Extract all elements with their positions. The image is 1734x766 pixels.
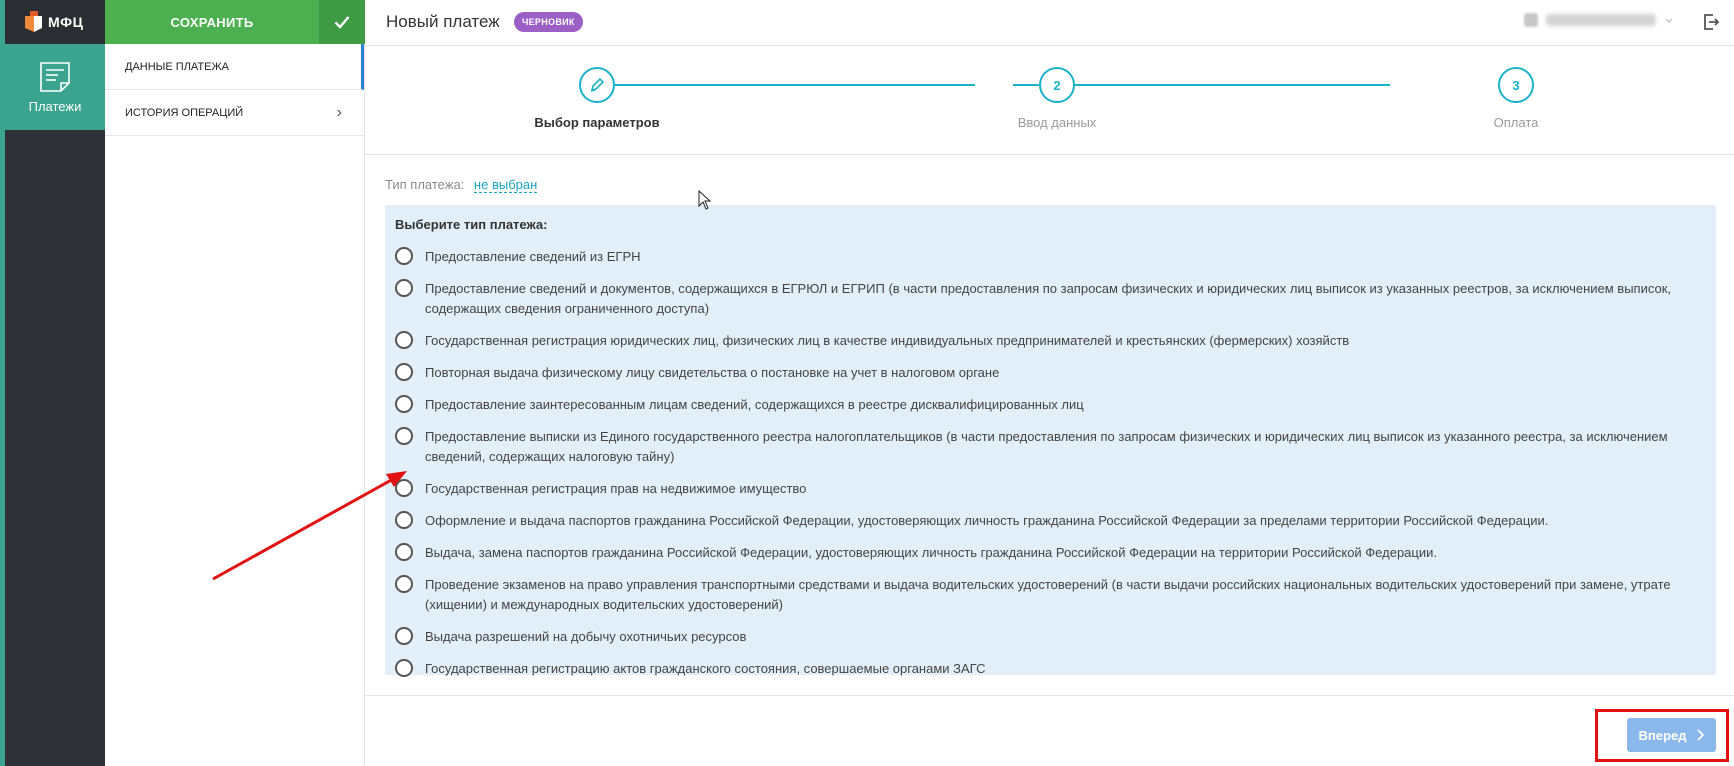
confirm-button[interactable]: [319, 0, 365, 44]
nav-item-operation-history[interactable]: ИСТОРИЯ ОПЕРАЦИЙ ›: [105, 90, 364, 136]
rail-accent-strip: [0, 0, 5, 766]
payment-type-option[interactable]: Предоставление сведений и документов, со…: [395, 273, 1706, 325]
app-logo[interactable]: МФЦ: [0, 0, 105, 44]
payment-type-option[interactable]: Выдача разрешений на добычу охотничьих р…: [395, 621, 1706, 653]
payment-type-option[interactable]: Государственная регистрация юридических …: [395, 325, 1706, 357]
chevron-right-icon: [1697, 729, 1705, 741]
check-icon: [334, 16, 350, 29]
step-connector: [597, 84, 975, 86]
section-nav: ДАННЫЕ ПЛАТЕЖА ИСТОРИЯ ОПЕРАЦИЙ ›: [105, 44, 365, 766]
option-label: Выдача, замена паспортов гражданина Росс…: [425, 545, 1437, 560]
payment-type-option[interactable]: Предоставление сведений из ЕГРН: [395, 241, 1706, 273]
payment-type-option[interactable]: Предоставление выписки из Единого госуда…: [395, 421, 1706, 473]
chevron-down-icon: [1665, 18, 1673, 23]
page-title: Новый платеж: [386, 12, 500, 31]
option-label: Государственная регистрация прав на недв…: [425, 481, 807, 496]
radio-button[interactable]: [395, 543, 413, 561]
option-label: Выдача разрешений на добычу охотничьих р…: [425, 629, 747, 644]
payment-type-option[interactable]: Предоставление заинтересованным лицам св…: [395, 389, 1706, 421]
radio-button[interactable]: [395, 427, 413, 445]
payment-type-options: Предоставление сведений из ЕГРН Предостав…: [395, 241, 1706, 685]
logo-text: МФЦ: [48, 14, 84, 30]
page-header: Новый платеж ЧЕРНОВИК: [365, 0, 1734, 46]
rail-item-payments[interactable]: Платежи: [5, 44, 105, 130]
step-1-label: Выбор параметров: [534, 115, 660, 130]
radio-button[interactable]: [395, 575, 413, 593]
document-icon: [40, 61, 70, 92]
logout-icon[interactable]: [1702, 13, 1720, 31]
option-label: Предоставление сведений из ЕГРН: [425, 249, 641, 264]
payment-type-label: Тип платежа:: [385, 177, 465, 192]
option-label: Предоставление заинтересованным лицам св…: [425, 397, 1084, 412]
user-menu[interactable]: [1524, 13, 1674, 27]
payment-stepper: 2 3 Выбор параметров Ввод данных Оплата: [365, 46, 1734, 155]
payment-type-option[interactable]: Государственная регистрация прав на недв…: [395, 473, 1706, 505]
status-badge: ЧЕРНОВИК: [514, 12, 583, 32]
option-label: Оформление и выдача паспортов гражданина…: [425, 513, 1549, 528]
payment-type-value-link[interactable]: не выбран: [473, 177, 538, 193]
option-label: Предоставление выписки из Единого госуда…: [425, 429, 1668, 464]
footer-divider: [365, 695, 1734, 696]
payment-type-option[interactable]: Повторная выдача физическому лицу свидет…: [395, 357, 1706, 389]
logo-mark-icon: [25, 11, 42, 32]
payment-type-option[interactable]: Выдача, замена паспортов гражданина Росс…: [395, 537, 1706, 569]
payment-type-option[interactable]: Проведение экзаменов на право управления…: [395, 569, 1706, 621]
radio-button[interactable]: [395, 331, 413, 349]
option-label: Государственная регистрация юридических …: [425, 333, 1350, 348]
radio-button[interactable]: [395, 363, 413, 381]
app-rail: МФЦ Платежи: [0, 0, 105, 766]
radio-button[interactable]: [395, 659, 413, 677]
radio-button[interactable]: [395, 247, 413, 265]
option-label: Государственная регистрацию актов гражда…: [425, 661, 986, 676]
user-name-redacted: [1546, 14, 1656, 26]
radio-button[interactable]: [395, 627, 413, 645]
radio-button[interactable]: [395, 279, 413, 297]
next-button[interactable]: Вперед: [1627, 718, 1716, 752]
user-avatar: [1524, 13, 1538, 27]
next-button-label: Вперед: [1638, 727, 1687, 743]
mouse-cursor-icon: [698, 190, 712, 210]
radio-button[interactable]: [395, 479, 413, 497]
option-label: Повторная выдача физическому лицу свидет…: [425, 365, 1000, 380]
nav-item-label: ДАННЫЕ ПЛАТЕЖА: [125, 60, 229, 73]
payment-type-option[interactable]: Оформление и выдача паспортов гражданина…: [395, 505, 1706, 537]
chevron-right-icon: ›: [336, 103, 342, 121]
step-3-circle: 3: [1498, 67, 1534, 103]
save-button[interactable]: СОХРАНИТЬ: [105, 0, 319, 44]
nav-item-label: ИСТОРИЯ ОПЕРАЦИЙ: [125, 106, 244, 119]
nav-item-payment-data[interactable]: ДАННЫЕ ПЛАТЕЖА: [105, 44, 364, 90]
payment-type-row: Тип платежа: не выбран: [385, 177, 538, 193]
radio-button[interactable]: [395, 395, 413, 413]
rail-item-label: Платежи: [28, 98, 82, 114]
step-1-circle: [579, 67, 615, 103]
payment-type-option[interactable]: Государственная регистрацию актов гражда…: [395, 653, 1706, 685]
radio-button[interactable]: [395, 511, 413, 529]
step-2-circle: 2: [1039, 67, 1075, 103]
panel-title: Выберите тип платежа:: [395, 217, 548, 232]
step-3-label: Оплата: [1493, 115, 1539, 130]
payment-type-panel: Выберите тип платежа: Предоставление све…: [385, 205, 1716, 677]
option-label: Проведение экзаменов на право управления…: [425, 577, 1671, 612]
option-label: Предоставление сведений и документов, со…: [425, 281, 1672, 316]
pencil-icon: [590, 77, 605, 92]
step-2-label: Ввод данных: [1017, 115, 1097, 130]
